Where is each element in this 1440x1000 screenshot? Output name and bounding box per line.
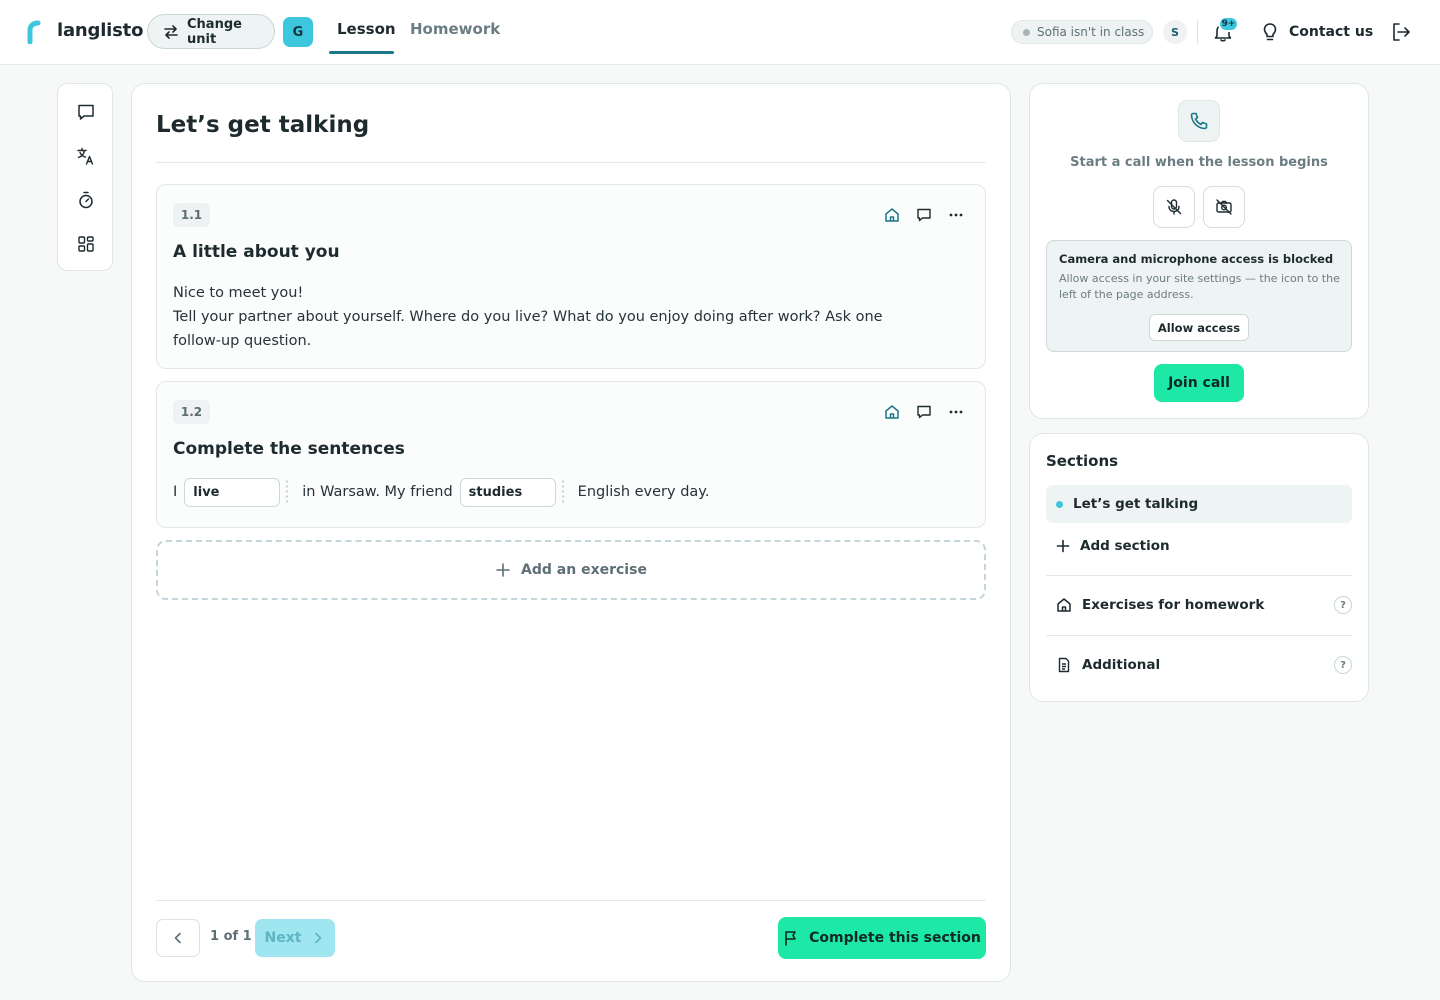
swap-icon (163, 24, 179, 40)
title-divider (156, 162, 986, 163)
home-icon[interactable] (883, 403, 901, 421)
drag-handle[interactable] (559, 479, 566, 505)
sections-divider (1046, 575, 1352, 576)
contact-us-link[interactable]: Contact us (1261, 19, 1373, 45)
camera-off-icon[interactable] (1203, 186, 1245, 228)
plus-icon (495, 562, 511, 578)
grid-icon[interactable] (74, 232, 98, 256)
comment-icon[interactable] (915, 206, 933, 224)
alert-title: Camera and microphone access is blocked (1059, 252, 1334, 266)
previous-button[interactable] (156, 919, 200, 957)
section-item-label: Let’s get talking (1073, 496, 1199, 512)
exercise-actions (883, 403, 965, 421)
gap-input[interactable] (184, 477, 281, 507)
left-toolbar (57, 83, 113, 271)
active-tab-indicator (329, 51, 394, 54)
exercise-line: Nice to meet you! (173, 285, 304, 301)
sentence-part: I (173, 484, 178, 500)
page-title: Let’s get talking (156, 112, 370, 138)
sentence-part: in Warsaw. My friend (302, 484, 453, 500)
group-badge[interactable]: G (283, 17, 313, 47)
chat-icon[interactable] (74, 100, 98, 124)
mic-off-icon[interactable] (1153, 186, 1195, 228)
exercise-number: 1.1 (173, 203, 210, 227)
drag-handle[interactable] (284, 479, 291, 505)
contact-us-label: Contact us (1289, 24, 1374, 40)
sections-title: Sections (1046, 452, 1119, 470)
exercise-number: 1.2 (173, 400, 210, 424)
footer-divider (156, 900, 986, 901)
complete-section-label: Complete this section (809, 930, 981, 946)
student-avatar[interactable]: S (1163, 20, 1187, 44)
phone-icon[interactable] (1178, 100, 1220, 142)
logo-text: langlisto (57, 20, 144, 41)
call-hint-text: Start a call when the lesson begins (1070, 155, 1328, 170)
sections-panel: Sections Let’s get talking Add section E… (1029, 433, 1369, 702)
gap-input[interactable] (459, 477, 556, 507)
exercise-card: 1.1 A little about you Nice to meet you! (156, 184, 986, 369)
exercise-actions (883, 206, 965, 224)
additional-label: Additional (1082, 657, 1161, 673)
next-button[interactable]: Next (255, 919, 335, 957)
add-exercise-button[interactable]: Add an exercise (156, 540, 986, 600)
exercise-title: A little about you (173, 242, 340, 262)
help-icon[interactable]: ? (1334, 596, 1352, 614)
homework-exercises-item[interactable]: Exercises for homework ? (1056, 594, 1352, 616)
logo-icon (26, 20, 42, 44)
lesson-panel: Let’s get talking 1.1 A little about you (131, 83, 1011, 982)
add-exercise-label: Add an exercise (521, 562, 647, 578)
fill-in-sentence: I in Warsaw. My friend English every day… (173, 477, 709, 507)
translate-icon[interactable] (74, 144, 98, 168)
lightbulb-icon (1261, 22, 1279, 42)
more-icon[interactable] (947, 403, 965, 421)
change-unit-button[interactable]: Change unit (147, 14, 275, 49)
complete-section-button[interactable]: Complete this section (778, 917, 986, 959)
exercise-line: Tell your partner about yourself. Where … (173, 309, 883, 349)
student-status-badge: Sofia isn't in class (1011, 20, 1153, 44)
flag-icon (783, 930, 799, 946)
logout-icon[interactable] (1390, 21, 1412, 43)
chevron-left-icon (171, 931, 185, 945)
tab-lesson[interactable]: Lesson (337, 20, 396, 38)
chevron-right-icon (311, 931, 325, 945)
home-icon (1056, 597, 1072, 613)
more-icon[interactable] (947, 206, 965, 224)
status-dot (1023, 28, 1030, 36)
alert-description: Allow access in your site settings — the… (1059, 272, 1340, 301)
tab-homework[interactable]: Homework (410, 20, 500, 38)
document-icon (1056, 657, 1072, 673)
allow-access-button[interactable]: Allow access (1149, 314, 1249, 341)
student-status-text: Sofia isn't in class (1037, 25, 1145, 39)
next-label: Next (264, 930, 302, 946)
notification-count-badge: 9+ (1218, 16, 1239, 32)
header-divider (1197, 20, 1198, 44)
sentence-part: English every day. (577, 484, 710, 500)
exercise-title: Complete the sentences (173, 439, 405, 459)
top-header: langlisto Change unit G Lesson Homework … (0, 0, 1440, 65)
help-icon[interactable]: ? (1334, 656, 1352, 674)
exercise-card: 1.2 Complete the sentences I live in War… (156, 381, 986, 528)
page-counter: 1 of 1 (210, 929, 252, 944)
add-section-button[interactable]: Add section (1056, 535, 1170, 557)
timer-icon[interactable] (74, 188, 98, 212)
join-call-button[interactable]: Join call (1154, 364, 1244, 402)
plus-icon (1056, 539, 1070, 553)
section-item-lets-get-talking[interactable]: Let’s get talking (1046, 485, 1352, 523)
additional-item[interactable]: Additional ? (1056, 654, 1352, 676)
home-icon[interactable] (883, 206, 901, 224)
active-dot (1056, 500, 1063, 508)
exercise-body: Nice to meet you! Tell your partner abou… (173, 281, 933, 353)
call-panel: Start a call when the lesson begins Came… (1029, 83, 1369, 419)
change-unit-label: Change unit (187, 16, 242, 47)
media-blocked-alert: Camera and microphone access is blocked … (1046, 240, 1352, 352)
homework-exercises-label: Exercises for homework (1082, 597, 1265, 613)
add-section-label: Add section (1080, 538, 1170, 554)
comment-icon[interactable] (915, 403, 933, 421)
sections-divider (1046, 635, 1352, 636)
